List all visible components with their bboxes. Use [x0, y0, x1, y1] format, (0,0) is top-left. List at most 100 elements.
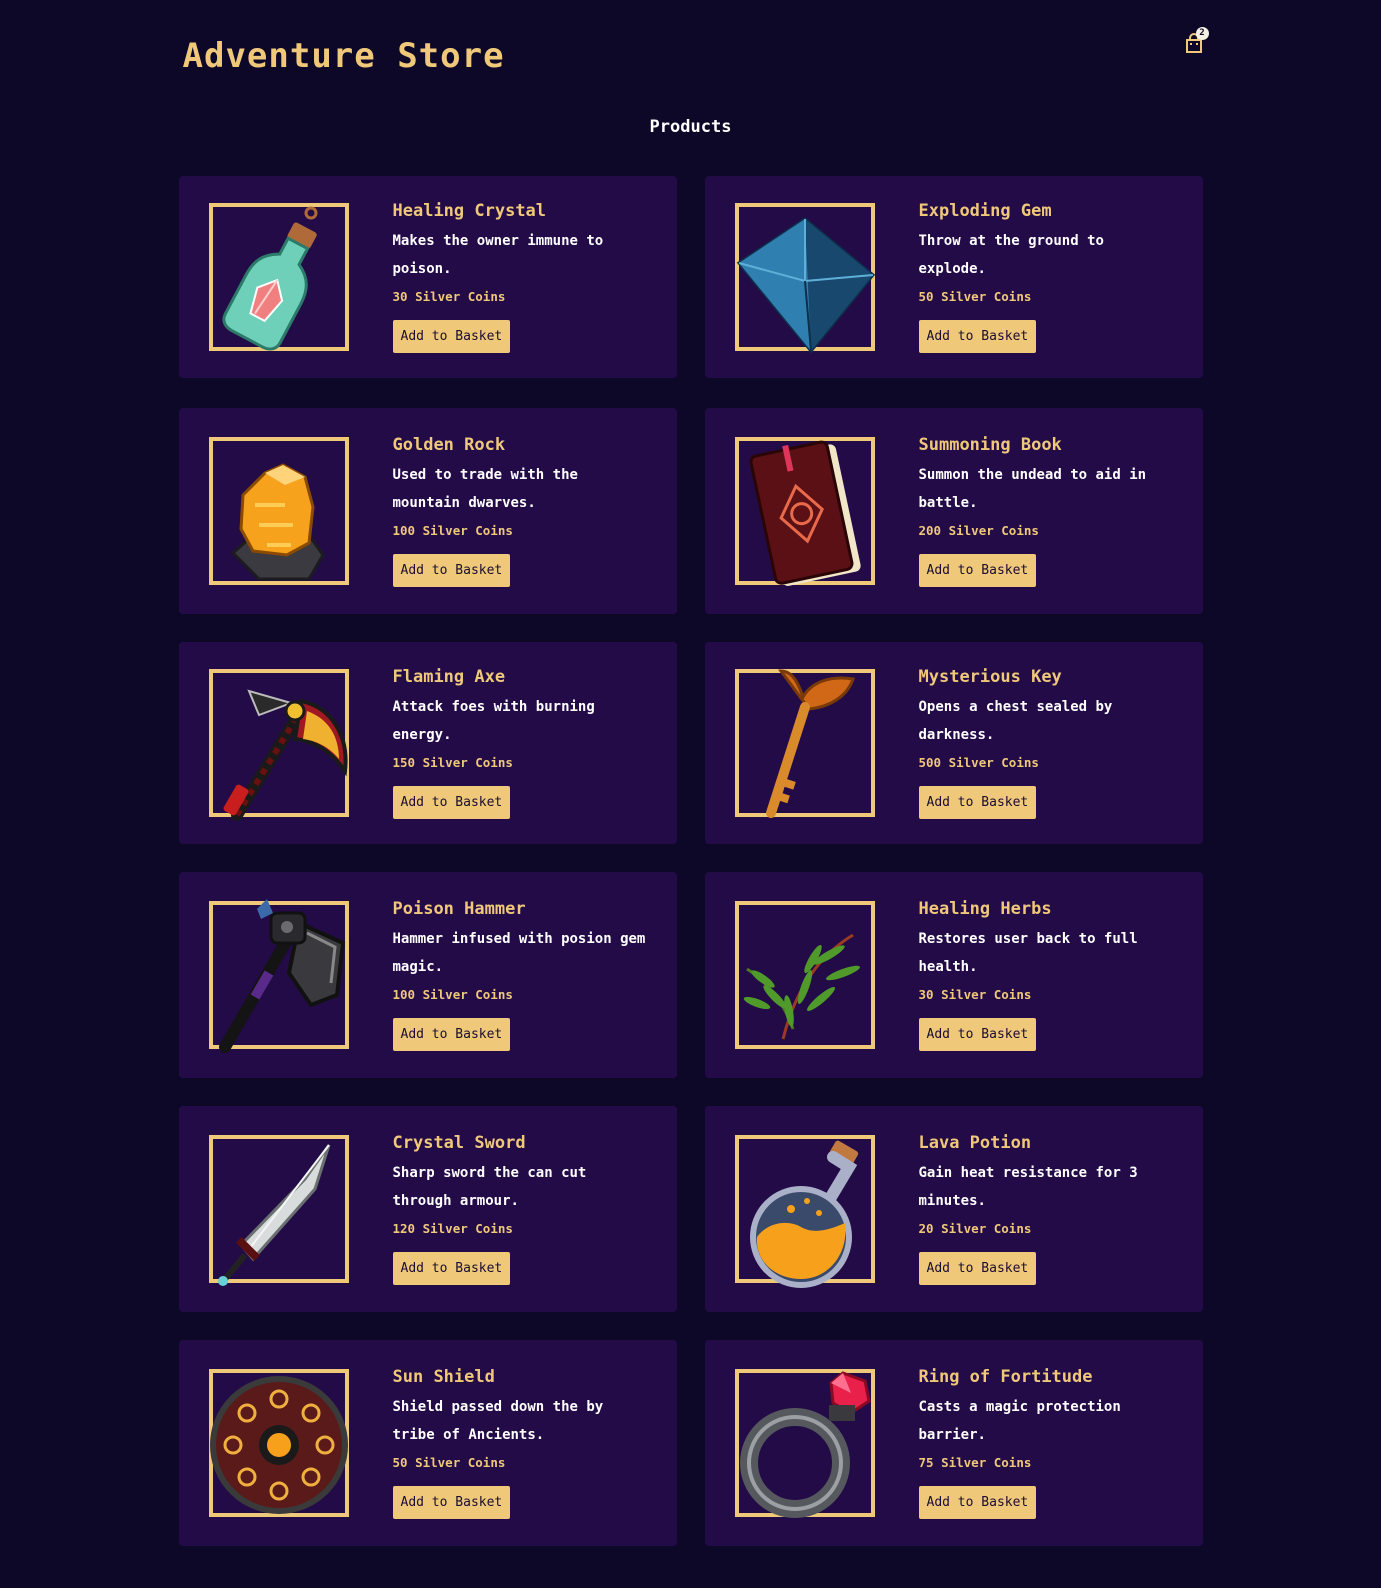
product-name: Flaming Axe — [392, 667, 506, 687]
product-description: Used to trade with the mountain dwarves. — [392, 467, 578, 511]
add-to-basket-button[interactable]: Add to Basket — [392, 554, 511, 587]
product-info: Golden Rock Used to trade with the mount… — [392, 435, 653, 587]
add-to-basket-button[interactable]: Add to Basket — [918, 554, 1037, 587]
product-image-frame — [208, 669, 349, 821]
header: Adventure Store 2 — [181, 0, 1209, 100]
product-name: Healing Crystal — [392, 201, 547, 221]
product-description: Restores user back to full health. — [918, 931, 1138, 975]
healing-crystal-bottle-icon — [221, 206, 317, 351]
product-description: Summon the undead to aid in battle. — [918, 467, 1147, 511]
product-image-frame — [734, 901, 875, 1049]
product-card: Ring of Fortitude Casts a magic protecti… — [704, 1340, 1203, 1546]
add-to-basket-button[interactable]: Add to Basket — [918, 320, 1037, 353]
poison-hammer-icon — [218, 899, 345, 1053]
product-info: Mysterious Key Opens a chest sealed by d… — [918, 667, 1179, 819]
exploding-gem-icon — [736, 217, 875, 354]
product-description: Shield passed down the by tribe of Ancie… — [392, 1399, 604, 1443]
product-image-frame — [208, 437, 349, 585]
product-info: Ring of Fortitude Casts a magic protecti… — [918, 1367, 1179, 1519]
add-to-basket-button[interactable]: Add to Basket — [392, 786, 511, 819]
product-description: Opens a chest sealed by darkness. — [918, 699, 1113, 743]
add-to-basket-button[interactable]: Add to Basket — [392, 1252, 511, 1285]
add-to-basket-button[interactable]: Add to Basket — [392, 320, 511, 353]
product-card: Lava Potion Gain heat resistance for 3 m… — [704, 1106, 1203, 1312]
cart-count-badge: 2 — [1195, 27, 1209, 40]
product-price: 200 Silver Coins — [918, 523, 1039, 538]
product-info: Poison Hammer Hammer infused with posion… — [392, 899, 653, 1051]
healing-herbs-icon — [743, 933, 860, 1040]
product-card: Crystal Sword Sharp sword the can cut th… — [178, 1106, 677, 1312]
product-price: 500 Silver Coins — [918, 755, 1039, 770]
product-image-frame — [208, 899, 349, 1053]
product-info: Flaming Axe Attack foes with burning ene… — [392, 667, 653, 819]
product-price: 20 Silver Coins — [918, 1221, 1032, 1236]
product-description: Casts a magic protection barrier. — [918, 1399, 1121, 1443]
product-description: Gain heat resistance for 3 minutes. — [918, 1165, 1138, 1209]
product-price: 50 Silver Coins — [918, 289, 1032, 304]
product-price: 30 Silver Coins — [918, 987, 1032, 1002]
product-price: 100 Silver Coins — [392, 523, 513, 538]
add-to-basket-button[interactable]: Add to Basket — [918, 786, 1037, 819]
product-image-frame — [208, 1369, 349, 1517]
product-name: Exploding Gem — [918, 201, 1052, 221]
add-to-basket-button[interactable]: Add to Basket — [918, 1486, 1037, 1519]
product-image-frame — [734, 1369, 875, 1518]
golden-rock-icon — [230, 463, 325, 581]
product-grid: Healing Crystal Makes the owner immune t… — [178, 176, 1203, 1546]
flaming-axe-icon — [223, 689, 348, 821]
product-description: Throw at the ground to explode. — [918, 233, 1104, 277]
cart-button[interactable]: 2 — [1183, 27, 1209, 54]
product-card: Mysterious Key Opens a chest sealed by d… — [704, 642, 1203, 844]
product-name: Healing Herbs — [918, 899, 1052, 919]
product-name: Ring of Fortitude — [918, 1367, 1093, 1387]
product-card: Exploding Gem Throw at the ground to exp… — [704, 176, 1203, 378]
product-description: Sharp sword the can cut through armour. — [392, 1165, 587, 1209]
product-info: Sun Shield Shield passed down the by tri… — [392, 1367, 653, 1519]
products-heading: Products — [649, 117, 732, 137]
mysterious-key-icon — [765, 669, 855, 818]
product-info: Crystal Sword Sharp sword the can cut th… — [392, 1133, 653, 1285]
product-name: Crystal Sword — [392, 1133, 526, 1153]
product-card: Healing Crystal Makes the owner immune t… — [178, 176, 677, 378]
product-name: Sun Shield — [392, 1367, 495, 1387]
product-card: Flaming Axe Attack foes with burning ene… — [178, 642, 677, 844]
product-info: Healing Crystal Makes the owner immune t… — [392, 201, 653, 353]
product-name: Poison Hammer — [392, 899, 526, 919]
product-description: Makes the owner immune to poison. — [392, 233, 604, 277]
product-card: Sun Shield Shield passed down the by tri… — [178, 1340, 677, 1546]
store-page: Adventure Store 2 Products Healing Cryst… — [177, 0, 1209, 1546]
product-price: 100 Silver Coins — [392, 987, 513, 1002]
product-image-frame — [734, 437, 875, 586]
product-card: Summoning Book Summon the undead to aid … — [704, 408, 1203, 614]
product-image-frame — [734, 1135, 875, 1288]
add-to-basket-button[interactable]: Add to Basket — [392, 1018, 511, 1051]
ring-of-fortitude-icon — [739, 1371, 871, 1518]
product-image-frame — [208, 1135, 349, 1286]
product-name: Lava Potion — [918, 1133, 1032, 1153]
product-info: Healing Herbs Restores user back to full… — [918, 899, 1179, 1051]
product-price: 30 Silver Coins — [392, 289, 506, 304]
product-name: Summoning Book — [918, 435, 1062, 455]
store-title: Adventure Store — [182, 36, 505, 76]
crystal-sword-icon — [217, 1144, 330, 1286]
product-info: Summoning Book Summon the undead to aid … — [918, 435, 1179, 587]
sun-shield-icon — [209, 1376, 348, 1514]
lava-potion-icon — [749, 1140, 858, 1288]
add-to-basket-button[interactable]: Add to Basket — [392, 1486, 511, 1519]
product-card: Poison Hammer Hammer infused with posion… — [178, 872, 677, 1078]
product-description: Hammer infused with posion gem magic. — [392, 931, 646, 975]
product-image-frame — [208, 203, 349, 351]
product-name: Golden Rock — [392, 435, 506, 455]
product-description: Attack foes with burning energy. — [392, 699, 595, 743]
summoning-book-icon — [748, 440, 861, 586]
product-image-frame — [734, 669, 875, 818]
product-image-frame — [734, 203, 875, 354]
add-to-basket-button[interactable]: Add to Basket — [918, 1018, 1037, 1051]
add-to-basket-button[interactable]: Add to Basket — [918, 1252, 1037, 1285]
product-card: Golden Rock Used to trade with the mount… — [178, 408, 677, 614]
product-info: Lava Potion Gain heat resistance for 3 m… — [918, 1133, 1179, 1285]
product-info: Exploding Gem Throw at the ground to exp… — [918, 201, 1179, 353]
product-price: 50 Silver Coins — [392, 1455, 506, 1470]
product-name: Mysterious Key — [918, 667, 1062, 687]
product-price: 120 Silver Coins — [392, 1221, 513, 1236]
